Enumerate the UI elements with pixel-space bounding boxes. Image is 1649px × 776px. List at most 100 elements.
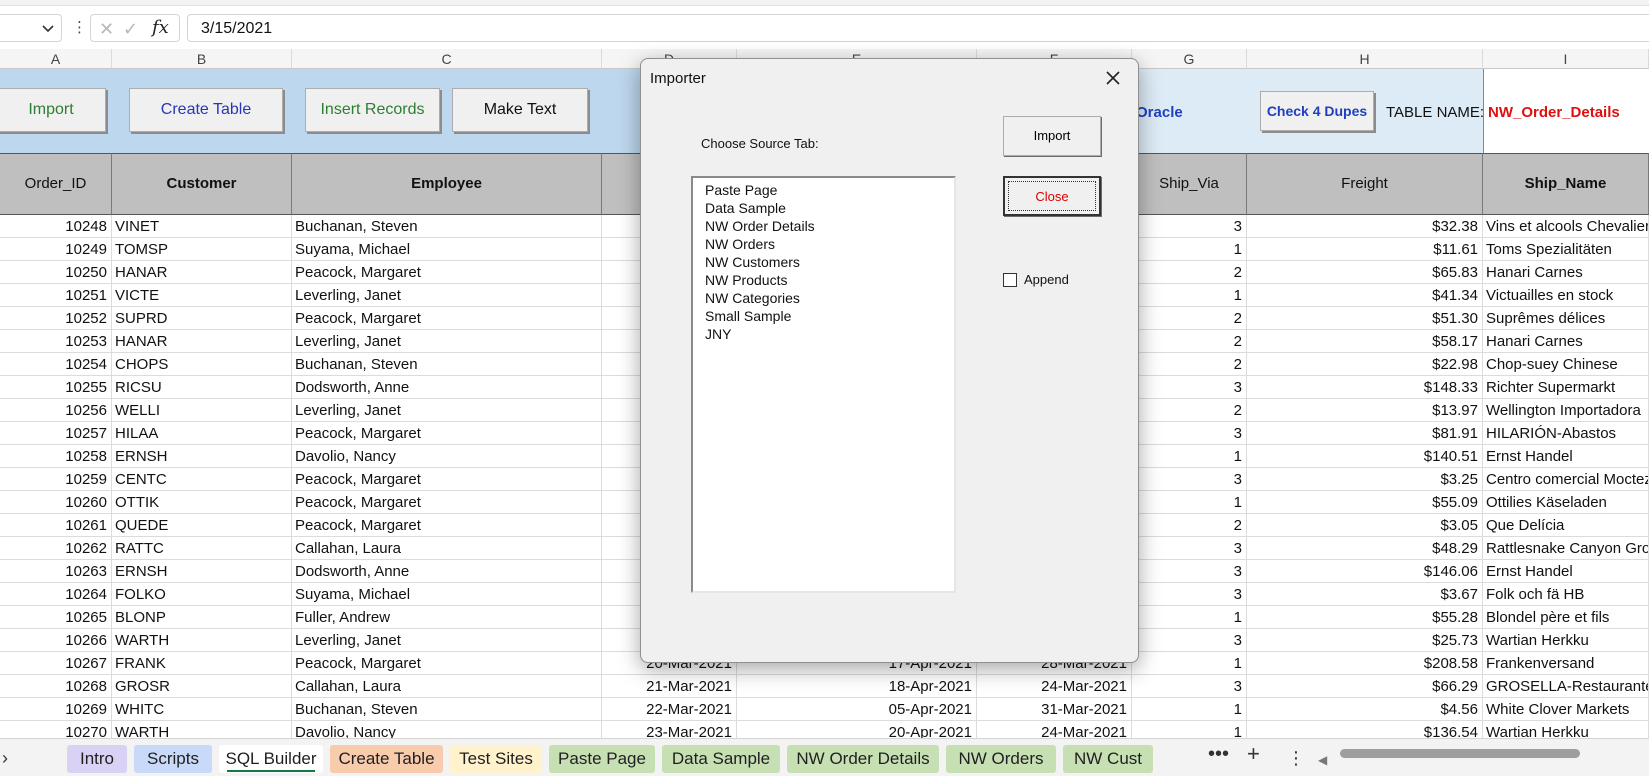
employee-cell[interactable]: Fuller, Andrew: [292, 606, 602, 629]
freight-cell[interactable]: $3.25: [1247, 468, 1483, 491]
freight-cell[interactable]: $55.28: [1247, 606, 1483, 629]
employee-cell[interactable]: Peacock, Margaret: [292, 491, 602, 514]
freight-cell[interactable]: $3.67: [1247, 583, 1483, 606]
sheet-tab-nw-cust[interactable]: NW Cust: [1063, 745, 1153, 773]
ship-name-cell[interactable]: Hanari Carnes: [1483, 261, 1649, 284]
ship-name-cell[interactable]: Hanari Carnes: [1483, 330, 1649, 353]
ship-name-cell[interactable]: Wartian Herkku: [1483, 629, 1649, 652]
source-tab-item[interactable]: NW Order Details: [693, 217, 954, 235]
ship-name-cell[interactable]: Ernst Handel: [1483, 445, 1649, 468]
order-id-cell[interactable]: 10269: [0, 698, 112, 721]
sheet-tab-data-sample[interactable]: Data Sample: [662, 745, 780, 773]
required-date-cell[interactable]: 05-Apr-2021: [737, 698, 977, 721]
ship-via-cell[interactable]: 1: [1132, 284, 1247, 307]
add-sheet-icon[interactable]: +: [1247, 743, 1260, 765]
employee-cell[interactable]: Peacock, Margaret: [292, 307, 602, 330]
more-vertical-icon[interactable]: ⋮: [1287, 747, 1305, 769]
ship-via-cell[interactable]: 2: [1132, 353, 1247, 376]
ship-name-cell[interactable]: Richter Supermarkt: [1483, 376, 1649, 399]
freight-cell[interactable]: $32.38: [1247, 215, 1483, 238]
customer-cell[interactable]: WELLI: [112, 399, 292, 422]
ship-name-cell[interactable]: Centro comercial Moctezuma: [1483, 468, 1649, 491]
ship-name-cell[interactable]: Toms Spezialitäten: [1483, 238, 1649, 261]
employee-cell[interactable]: Leverling, Janet: [292, 629, 602, 652]
sheet-tab-sql-builder[interactable]: SQL Builder: [219, 745, 323, 773]
order-id-cell[interactable]: 10254: [0, 353, 112, 376]
ship-via-cell[interactable]: 3: [1132, 422, 1247, 445]
col-header-h[interactable]: H: [1247, 49, 1483, 69]
make-text-button[interactable]: Make Text: [452, 88, 588, 132]
dialog-import-button[interactable]: Import: [1003, 116, 1101, 156]
freight-cell[interactable]: $148.33: [1247, 376, 1483, 399]
ship-name-cell[interactable]: Blondel père et fils: [1483, 606, 1649, 629]
freight-cell[interactable]: $208.58: [1247, 652, 1483, 675]
ship-name-cell[interactable]: HILARIÓN-Abastos: [1483, 422, 1649, 445]
customer-cell[interactable]: FOLKO: [112, 583, 292, 606]
ship-via-cell[interactable]: 3: [1132, 537, 1247, 560]
ship-name-cell[interactable]: White Clover Markets: [1483, 698, 1649, 721]
cancel-icon[interactable]: ✕: [99, 19, 114, 39]
customer-cell[interactable]: QUEDE: [112, 514, 292, 537]
employee-cell[interactable]: Leverling, Janet: [292, 330, 602, 353]
employee-cell[interactable]: Leverling, Janet: [292, 284, 602, 307]
freight-cell[interactable]: $25.73: [1247, 629, 1483, 652]
append-checkbox[interactable]: [1003, 273, 1017, 287]
order-id-cell[interactable]: 10248: [0, 215, 112, 238]
sheet-tab-nw-order-details[interactable]: NW Order Details: [787, 745, 939, 773]
source-tab-list[interactable]: Paste Page Data Sample NW Order Details NW …: [691, 176, 956, 593]
formula-input[interactable]: 3/15/2021: [187, 14, 1649, 42]
employee-cell[interactable]: Callahan, Laura: [292, 537, 602, 560]
ship-via-cell[interactable]: 1: [1132, 491, 1247, 514]
freight-cell[interactable]: $48.29: [1247, 537, 1483, 560]
chevron-down-icon[interactable]: [41, 21, 55, 35]
ship-via-cell[interactable]: 2: [1132, 399, 1247, 422]
insert-records-button[interactable]: Insert Records: [305, 88, 440, 132]
order-id-cell[interactable]: 10255: [0, 376, 112, 399]
sheet-tab-create-table[interactable]: Create Table: [330, 745, 443, 773]
sheet-tab-test-sites[interactable]: Test Sites: [450, 745, 542, 773]
sheet-tab-paste-page[interactable]: Paste Page: [549, 745, 655, 773]
ship-via-cell[interactable]: 3: [1132, 215, 1247, 238]
name-box[interactable]: [0, 14, 62, 42]
order-id-cell[interactable]: 10268: [0, 675, 112, 698]
ship-via-cell[interactable]: 2: [1132, 261, 1247, 284]
customer-cell[interactable]: RATTC: [112, 537, 292, 560]
ship-name-cell[interactable]: Folk och fä HB: [1483, 583, 1649, 606]
order-id-cell[interactable]: 10250: [0, 261, 112, 284]
ship-via-cell[interactable]: 2: [1132, 330, 1247, 353]
order-date-cell[interactable]: 22-Mar-2021: [602, 698, 737, 721]
required-date-cell[interactable]: 18-Apr-2021: [737, 675, 977, 698]
ship-via-cell[interactable]: 1: [1132, 238, 1247, 261]
freight-cell[interactable]: $4.56: [1247, 698, 1483, 721]
ship-via-cell[interactable]: 3: [1132, 675, 1247, 698]
ship-via-cell[interactable]: 1: [1132, 445, 1247, 468]
employee-cell[interactable]: Suyama, Michael: [292, 238, 602, 261]
freight-cell[interactable]: $22.98: [1247, 353, 1483, 376]
ship-name-cell[interactable]: GROSELLA-Restaurante: [1483, 675, 1649, 698]
create-table-button[interactable]: Create Table: [129, 88, 283, 132]
more-tabs-icon[interactable]: •••: [1208, 743, 1229, 765]
enter-icon[interactable]: ✓: [123, 19, 138, 39]
source-tab-item[interactable]: NW Customers: [693, 253, 954, 271]
horizontal-scrollbar[interactable]: [1340, 749, 1580, 758]
employee-cell[interactable]: Peacock, Margaret: [292, 652, 602, 675]
ship-name-cell[interactable]: Wellington Importadora: [1483, 399, 1649, 422]
ship-name-cell[interactable]: Ottilies Käseladen: [1483, 491, 1649, 514]
ship-via-cell[interactable]: 2: [1132, 514, 1247, 537]
ship-name-cell[interactable]: Vins et alcools Chevalier: [1483, 215, 1649, 238]
customer-cell[interactable]: RICSU: [112, 376, 292, 399]
employee-cell[interactable]: Peacock, Margaret: [292, 422, 602, 445]
freight-cell[interactable]: $41.34: [1247, 284, 1483, 307]
order-id-cell[interactable]: 10259: [0, 468, 112, 491]
employee-cell[interactable]: Davolio, Nancy: [292, 445, 602, 468]
order-id-cell[interactable]: 10267: [0, 652, 112, 675]
customer-cell[interactable]: ERNSH: [112, 560, 292, 583]
ship-via-cell[interactable]: 1: [1132, 606, 1247, 629]
close-icon[interactable]: [1102, 67, 1124, 89]
ship-name-cell[interactable]: Frankenversand: [1483, 652, 1649, 675]
order-id-cell[interactable]: 10258: [0, 445, 112, 468]
customer-cell[interactable]: BLONP: [112, 606, 292, 629]
customer-cell[interactable]: VINET: [112, 215, 292, 238]
source-tab-item[interactable]: NW Products: [693, 271, 954, 289]
employee-cell[interactable]: Buchanan, Steven: [292, 215, 602, 238]
